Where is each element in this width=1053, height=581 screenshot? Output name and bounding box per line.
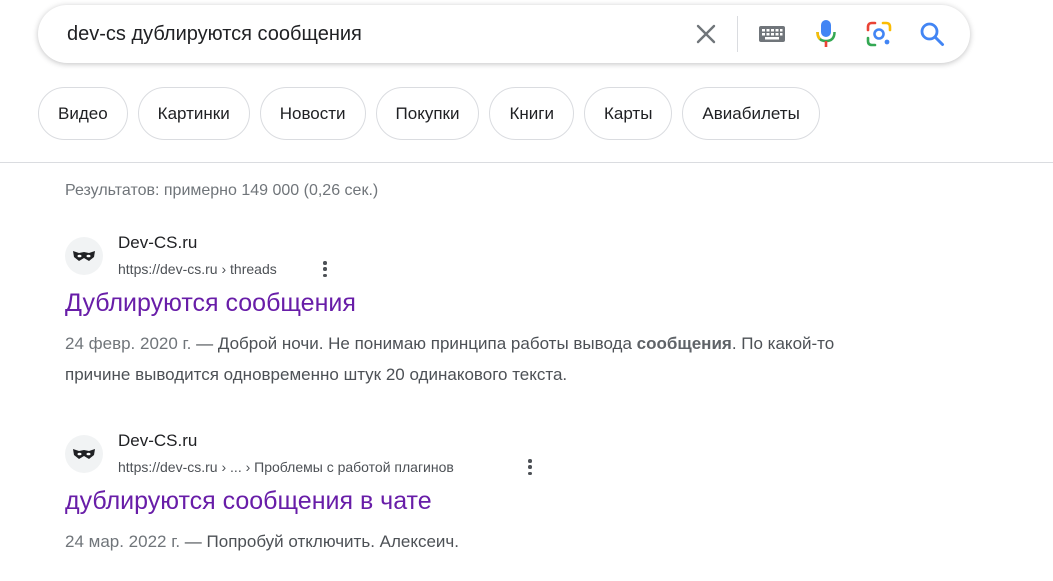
site-favicon	[65, 237, 103, 275]
search-button[interactable]	[910, 5, 954, 63]
more-vert-icon	[323, 261, 327, 265]
search-filter-chips: Видео Картинки Новости Покупки Книги Кар…	[38, 87, 820, 142]
result-title-link[interactable]: дублируются сообщения в чате	[65, 487, 432, 516]
keyboard-button[interactable]	[750, 5, 794, 63]
close-icon	[696, 24, 716, 44]
search-box[interactable]: dev-cs дублируются сообщения	[38, 5, 970, 63]
search-input[interactable]: dev-cs дублируются сообщения	[67, 23, 362, 46]
lens-icon	[866, 21, 892, 47]
result-date: 24 мар. 2022 г.	[65, 532, 181, 551]
more-vert-icon	[528, 459, 532, 463]
snippet-text: Доброй ночи. Не понимаю принципа работы …	[217, 334, 637, 353]
site-favicon	[65, 435, 103, 473]
result-snippet: 24 мар. 2022 г. — Попробуй отключить. Ал…	[65, 532, 460, 551]
more-options-button[interactable]	[319, 259, 331, 279]
site-name[interactable]: Dev-CS.ru	[118, 233, 197, 253]
chip-news[interactable]: Новости	[259, 87, 366, 140]
search-result: Dev-CS.ru https://dev-cs.ru › ... › Проб…	[65, 431, 865, 561]
snippet-highlight: сообщения	[636, 334, 732, 353]
header-divider	[0, 162, 1053, 163]
search-divider	[737, 16, 738, 52]
clear-button[interactable]	[684, 5, 728, 63]
keyboard-icon	[759, 26, 785, 42]
microphone-icon	[816, 20, 836, 47]
raccoon-mask-icon	[73, 251, 95, 261]
chip-flights[interactable]: Авиабилеты	[682, 87, 820, 140]
chip-shopping[interactable]: Покупки	[375, 87, 480, 140]
search-icon	[920, 22, 944, 46]
site-name[interactable]: Dev-CS.ru	[118, 431, 197, 451]
chip-maps[interactable]: Карты	[583, 87, 673, 140]
result-date: 24 февр. 2020 г.	[65, 334, 192, 353]
result-stats: Результатов: примерно 149 000 (0,26 сек.…	[65, 182, 379, 199]
site-url[interactable]: https://dev-cs.ru › threads	[118, 261, 277, 277]
more-options-button[interactable]	[524, 457, 536, 477]
result-title-link[interactable]: Дублируются сообщения	[65, 289, 356, 318]
chip-video[interactable]: Видео	[38, 87, 128, 140]
voice-search-button[interactable]	[804, 5, 848, 63]
raccoon-mask-icon	[73, 449, 95, 459]
site-url[interactable]: https://dev-cs.ru › ... › Проблемы с раб…	[118, 459, 454, 475]
snippet-text: Попробуй отключить. Алексеич.	[206, 532, 460, 551]
search-result: Dev-CS.ru https://dev-cs.ru › threads Ду…	[65, 233, 865, 393]
chip-images[interactable]: Картинки	[137, 87, 250, 140]
image-search-button[interactable]	[857, 5, 901, 63]
result-snippet: 24 февр. 2020 г. — Доброй ночи. Не поним…	[65, 334, 835, 384]
chip-books[interactable]: Книги	[489, 87, 574, 140]
